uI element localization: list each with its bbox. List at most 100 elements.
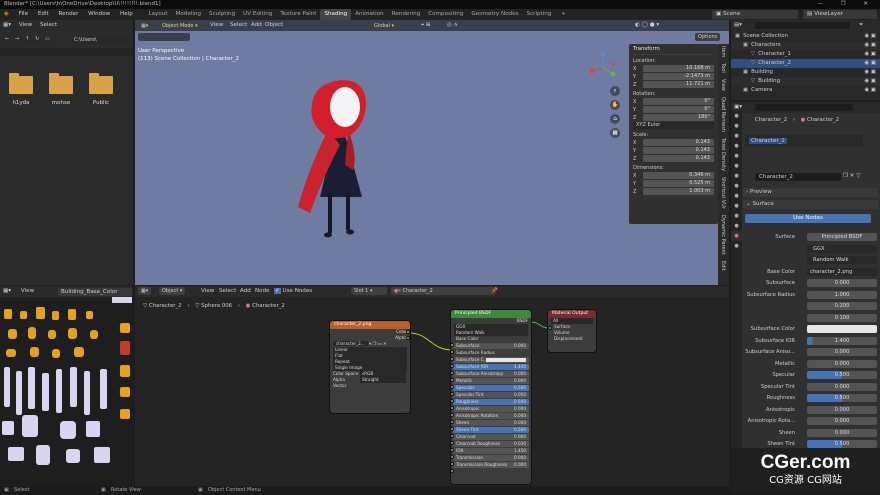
pan-icon[interactable]: ✋ (610, 100, 620, 110)
sidebar-tab-item[interactable]: Item (720, 46, 726, 57)
dimensions-x-row[interactable]: X 0.346 m (633, 172, 714, 179)
constraints-icon[interactable]: ● (731, 211, 742, 221)
prop-value[interactable]: 0.000 (807, 359, 877, 368)
image-texture-node[interactable]: character_2.png Color Alpha character_2.… (330, 321, 410, 413)
prop-row[interactable]: Anisotropic Rota... 0.000 (745, 417, 878, 426)
material-icon[interactable]: ● (731, 231, 742, 241)
prop-value[interactable]: 0.100 (807, 313, 877, 322)
bsdf-input-row[interactable]: Sheen 0.000 (453, 420, 529, 426)
prop-value[interactable]: 0.000 (807, 405, 877, 414)
prop-row[interactable]: GGX (745, 244, 878, 254)
orientation-selector[interactable]: Global ▾ (371, 22, 398, 30)
bsdf-input-row[interactable]: Metallic 0.000 (453, 378, 529, 384)
rotation-x-row[interactable]: X 0° (633, 98, 714, 105)
bsdf-input-row[interactable]: IOR 1.450 (453, 448, 529, 454)
prop-row[interactable]: Subsurface Color (745, 325, 878, 334)
socket-surface[interactable] (548, 326, 552, 330)
workspace-tab-scripting[interactable]: Scripting (523, 9, 556, 20)
rotation-z-field[interactable]: 180° (643, 114, 714, 121)
view-layer-icon[interactable]: ● (731, 141, 742, 151)
sidebar-tab-edit[interactable]: Edit (720, 261, 726, 271)
prop-row[interactable]: 0.100 (745, 313, 878, 323)
preview-panel[interactable]: › Preview (743, 188, 878, 197)
properties-tabs[interactable]: ● ● ● ● ● ● ● ● ● ● ● ● ● ● (731, 111, 742, 493)
outliner-item[interactable]: ▽ Building ◉ ▣ (731, 77, 880, 86)
scale-x-row[interactable]: X 0.143 (633, 139, 714, 146)
prop-row[interactable]: 0.200 (745, 302, 878, 311)
physics-icon[interactable]: ● (731, 201, 742, 211)
mode-selector[interactable]: Object Mode ▾ (159, 22, 201, 30)
scale-z-row[interactable]: Z 0.143 (633, 155, 714, 162)
workspace-tab-compositing[interactable]: Compositing (424, 9, 467, 20)
folder-label[interactable]: Public (81, 100, 121, 106)
folder-icon[interactable] (49, 73, 73, 94)
prop-row[interactable]: Surface Principled BSDF (745, 233, 878, 242)
sidebar-tab-dynamic-parent[interactable]: Dynamic Parent (720, 215, 726, 255)
folder-icon[interactable] (9, 73, 33, 94)
prop-row[interactable]: Random Walk (745, 256, 878, 265)
texture-icon[interactable]: ● (731, 241, 742, 251)
add-workspace-button[interactable]: + (557, 9, 570, 20)
sidebar-tab-texel-density[interactable]: Texel Density (720, 138, 726, 171)
prop-row[interactable]: Base Color character_2.png (745, 267, 878, 277)
fb-menu-view[interactable]: View (19, 22, 32, 28)
prop-value[interactable]: 1.000 (807, 290, 877, 299)
prop-row[interactable]: Metallic 0.000 (745, 359, 878, 369)
menu-file[interactable]: File (15, 9, 32, 20)
material-slot-list[interactable]: Character_2 (745, 135, 863, 147)
blender-logo-icon[interactable]: ◉ (0, 9, 13, 20)
outliner-item[interactable]: ▣ Scene Collection ◉ ▣ (731, 32, 880, 41)
principled-bsdf-node[interactable]: Principled BSDF BSDF GGX Random Walk Bas… (451, 310, 531, 484)
location-x-row[interactable]: X 10.168 m (633, 65, 714, 72)
copy-material-icon[interactable]: ❐ ✕ ▽ (843, 173, 861, 179)
data-icon[interactable]: ● (731, 221, 742, 231)
object-icon[interactable]: ● (731, 171, 742, 181)
image-browse-icons[interactable]: ▾ ❐ ▭ ✕ (369, 341, 386, 346)
socket-alpha[interactable] (406, 336, 410, 340)
bsdf-input-row[interactable]: Subsurface C... (453, 357, 529, 363)
use-nodes-button[interactable]: Use Nodes (745, 214, 871, 223)
prop-value[interactable]: 1.400 (807, 336, 877, 345)
workspace-tab-sculpting[interactable]: Sculpting (205, 9, 239, 20)
bsdf-input-row[interactable]: Clearcoat 0.000 (453, 434, 529, 440)
sidebar-tab-quad-remesh[interactable]: Quad Remesh (720, 97, 726, 132)
ie-menu-view[interactable]: View (21, 288, 34, 294)
location-z-row[interactable]: Z 11.721 m (633, 81, 714, 88)
workspace-tab-shading[interactable]: Shading (320, 9, 352, 20)
menu-window[interactable]: Window (84, 9, 114, 20)
editor-type-icon[interactable]: ▣▾ (734, 104, 742, 110)
dimensions-y-field[interactable]: 0.525 m (643, 180, 714, 187)
visibility-icon[interactable]: ◉ ▣ (864, 41, 876, 50)
camera-view-icon[interactable]: ⌂ (610, 114, 620, 124)
editor-type-icon[interactable]: ▦▾ (3, 288, 11, 294)
view-layer-selector[interactable]: ▤ ViewLayer (803, 10, 877, 19)
output-icon[interactable]: ● (731, 131, 742, 141)
shading-icons[interactable]: ◐ ◯ ● ▾ (635, 20, 659, 31)
prop-value[interactable]: Principled BSDF (807, 233, 877, 241)
proportional-icon[interactable]: ◎ ∧ (447, 20, 458, 31)
bsdf-input-row[interactable]: Subsurface 0.000 (453, 343, 529, 349)
bsdf-input-row[interactable]: Specular 0.500 (453, 385, 529, 391)
scale-z-field[interactable]: 0.143 (643, 155, 714, 162)
sidebar-tab-view[interactable]: View (720, 79, 726, 91)
visibility-icon[interactable]: ◉ ▣ (864, 86, 876, 95)
location-y-field[interactable]: -2.1473 m (643, 73, 714, 80)
prop-value[interactable]: 0.500 (807, 440, 877, 448)
refresh-icon[interactable]: ↻ (32, 36, 42, 42)
sidebar-tab-tool[interactable]: Tool (720, 63, 726, 73)
rotation-y-field[interactable]: 0° (643, 106, 714, 113)
sidebar-tab-shortcut-vur[interactable]: Shortcut VUr (720, 177, 726, 209)
visibility-icon[interactable]: ◉ ▣ (864, 77, 876, 86)
editor-type-icon[interactable]: ▦▾ (138, 22, 152, 30)
particles-icon[interactable]: ● (731, 191, 742, 201)
material-slot-item[interactable]: Character_2 (749, 138, 787, 144)
fb-menu-select[interactable]: Select (40, 22, 57, 28)
visibility-icon[interactable]: ◉ ▣ (864, 59, 876, 68)
bsdf-input-row[interactable]: Subsurface Radius (453, 350, 529, 356)
rotation-z-row[interactable]: Z 180° (633, 114, 714, 121)
bsdf-input-row[interactable]: Subsurface Anisotropy 0.000 (453, 371, 529, 377)
prop-value[interactable]: 0.000 (807, 279, 877, 287)
rotation-x-field[interactable]: 0° (643, 98, 714, 105)
menu-edit[interactable]: Edit (34, 9, 53, 20)
workspace-tab-modeling[interactable]: Modeling (172, 9, 205, 20)
